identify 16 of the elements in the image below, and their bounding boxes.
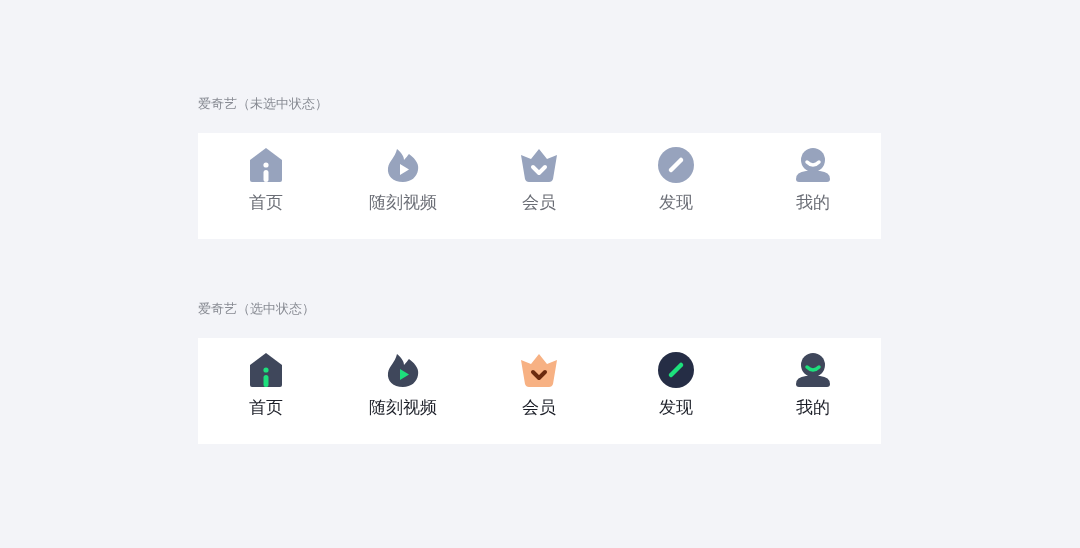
tab[interactable]: 我的 (744, 351, 881, 419)
tab[interactable]: 发现 (607, 146, 745, 214)
user-icon (793, 146, 832, 184)
tab[interactable]: 会员 (471, 351, 608, 419)
tab[interactable]: 随刻视频 (334, 351, 472, 419)
disc-icon (657, 351, 696, 389)
user-icon (793, 351, 832, 389)
section-caption: 爱奇艺（未选中状态） (198, 95, 329, 113)
disc-icon (657, 146, 696, 184)
tab[interactable]: 发现 (607, 351, 745, 419)
tab[interactable]: 随刻视频 (334, 146, 472, 214)
tab[interactable]: 我的 (744, 146, 881, 214)
tab[interactable]: 会员 (471, 146, 608, 214)
section-caption: 爱奇艺（选中状态） (198, 300, 316, 318)
tab[interactable]: 首页 (198, 351, 335, 419)
tab[interactable]: 首页 (198, 146, 335, 214)
